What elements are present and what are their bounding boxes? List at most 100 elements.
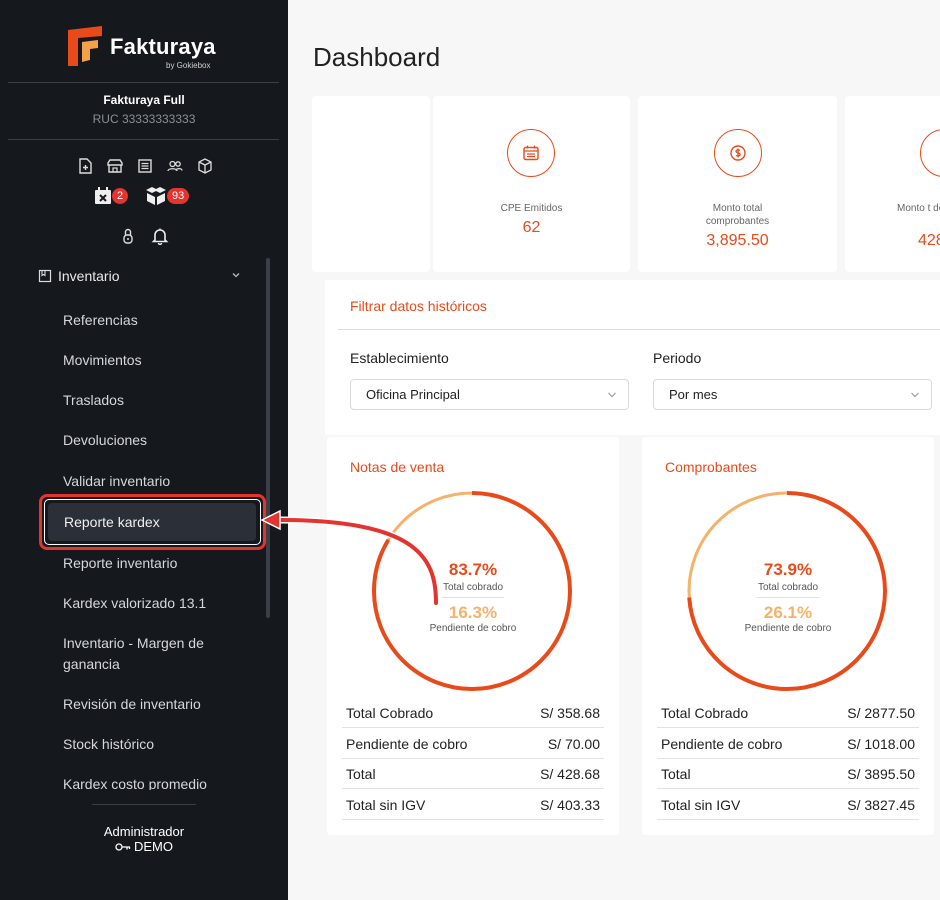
- calendar-icon: [523, 145, 539, 161]
- brand-logo[interactable]: Fakturaya by Gokiebox: [68, 26, 228, 74]
- calendar-cancel-icon[interactable]: [93, 186, 113, 206]
- pending-percent: 26.1%: [763, 603, 813, 622]
- dollar-coin-icon: [730, 145, 746, 161]
- period-value: Por mes: [669, 387, 718, 402]
- brand-sub: by Gokiebox: [166, 61, 211, 70]
- store-icon[interactable]: [106, 157, 124, 175]
- row-key: Pendiente de cobro: [661, 736, 783, 752]
- table-row: Pendiente de cobro S/ 1018.00: [657, 729, 919, 759]
- stat-value: 428: [918, 232, 940, 249]
- filter-title: Filtrar datos históricos: [350, 298, 487, 314]
- users-icon[interactable]: [166, 157, 184, 175]
- company-name: Fakturaya Full: [103, 93, 185, 107]
- sidebar-scrollbar[interactable]: [266, 258, 270, 618]
- row-key: Total Cobrado: [346, 705, 434, 721]
- establishment-select[interactable]: Oficina Principal: [350, 379, 629, 410]
- sidebar-item-traslados[interactable]: Traslados: [63, 390, 223, 411]
- quick-actions: [76, 157, 214, 175]
- boxes-badge: 93: [167, 188, 190, 204]
- divider: [442, 597, 504, 598]
- table-row: Total Cobrado S/ 2877.50: [657, 698, 919, 728]
- collected-label: Total cobrado: [757, 582, 819, 593]
- divider: [92, 804, 196, 805]
- main-content: Dashboard CPE Emitidos 62 Monto total co…: [288, 0, 940, 900]
- sidebar-item-margen-ganancia[interactable]: Inventario - Margen de ganancia: [63, 633, 213, 675]
- stat-label: CPE Emitidos: [500, 203, 563, 214]
- row-value: S/ 358.68: [540, 705, 600, 721]
- row-value: S/ 70.00: [547, 736, 600, 752]
- stat-icon-circle: [507, 129, 555, 177]
- sidebar-item-kardex-valorizado[interactable]: Kardex valorizado 13.1: [63, 593, 223, 614]
- row-value: S/ 3895.50: [847, 766, 915, 782]
- pending-label: Pendiente de cobro: [429, 623, 517, 634]
- collected-label: Total cobrado: [442, 582, 504, 593]
- sidebar-item-referencias[interactable]: Referencias: [63, 310, 223, 331]
- row-key: Pendiente de cobro: [346, 736, 468, 752]
- sidebar-item-validar-inventario[interactable]: Validar inventario: [63, 471, 223, 492]
- user-info[interactable]: DEMO: [0, 839, 288, 854]
- stat-label: Monto t de v: [897, 203, 940, 214]
- chart-title: Notas de venta: [350, 459, 445, 475]
- company-ruc: RUC 33333333333: [92, 112, 196, 126]
- row-key: Total sin IGV: [661, 797, 741, 813]
- user-role: Administrador: [103, 824, 185, 839]
- sidebar-item-kardex-costo-promedio[interactable]: Kardex costo promedio: [63, 774, 223, 790]
- boxes-icon[interactable]: [144, 186, 168, 206]
- row-value: S/ 3827.45: [847, 797, 915, 813]
- box-icon[interactable]: [196, 157, 214, 175]
- stats-panel: CPE Emitidos 62 Monto total comprobantes…: [312, 96, 940, 276]
- lock-icon[interactable]: [119, 227, 137, 245]
- period-select[interactable]: Por mes: [653, 379, 932, 410]
- table-row: Total S/ 3895.50: [657, 759, 919, 789]
- stat-card-blank: [312, 96, 430, 272]
- establishment-value: Oficina Principal: [366, 387, 460, 402]
- sidebar-item-movimientos[interactable]: Movimientos: [63, 350, 223, 371]
- sidebar-item-reporte-inventario[interactable]: Reporte inventario: [63, 553, 223, 574]
- pending-label: Pendiente de cobro: [744, 623, 832, 634]
- stat-card-cpe: CPE Emitidos 62: [433, 96, 630, 272]
- divider: [338, 329, 940, 330]
- table-row: Total S/ 428.68: [342, 759, 604, 789]
- divider: [8, 139, 279, 140]
- sidebar-item-reporte-kardex[interactable]: Reporte kardex: [48, 503, 256, 541]
- table-row: Total Cobrado S/ 358.68: [342, 698, 604, 728]
- sidebar: Fakturaya by Gokiebox Fakturaya Full RUC…: [0, 0, 288, 900]
- divider: [757, 597, 819, 598]
- menu-group-label: Inventario: [58, 268, 120, 284]
- chevron-down-icon: [608, 392, 616, 398]
- stat-card-monto-ventas: Monto t de v 428: [845, 96, 940, 272]
- row-key: Total: [661, 766, 691, 782]
- pending-percent: 16.3%: [448, 603, 498, 622]
- key-icon: [115, 842, 131, 851]
- sidebar-item-revision-inventario[interactable]: Revisión de inventario: [63, 694, 223, 715]
- chevron-down-icon: [232, 273, 240, 278]
- period-label: Periodo: [653, 350, 702, 366]
- menu-group-inventario[interactable]: Inventario: [38, 265, 248, 287]
- row-value: S/ 1018.00: [847, 736, 915, 752]
- row-key: Total Cobrado: [661, 705, 749, 721]
- stat-card-monto: Monto total comprobantes 3,895.50: [638, 96, 837, 272]
- stat-label: Monto total comprobantes: [705, 203, 770, 227]
- sidebar-item-stock-historico[interactable]: Stock histórico: [63, 734, 223, 755]
- table-row: Total sin IGV S/ 3827.45: [657, 790, 919, 820]
- chart-card-comprobantes: Comprobantes 73.9% Total cobrado 26.1% P…: [642, 437, 934, 835]
- chevron-down-icon: [911, 392, 919, 398]
- sidebar-item-devoluciones[interactable]: Devoluciones: [63, 430, 223, 451]
- calendar-badge: 2: [112, 188, 129, 204]
- book-icon: [38, 269, 52, 283]
- collected-percent: 83.7%: [448, 560, 498, 579]
- new-document-icon[interactable]: [76, 157, 94, 175]
- chart-title: Comprobantes: [665, 459, 757, 475]
- row-value: S/ 2877.50: [847, 705, 915, 721]
- establishment-label: Establecimiento: [350, 350, 449, 366]
- row-key: Total: [346, 766, 376, 782]
- collected-percent: 73.9%: [763, 560, 813, 579]
- list-icon[interactable]: [136, 157, 154, 175]
- bell-icon[interactable]: [151, 227, 169, 245]
- table-row: Total sin IGV S/ 403.33: [342, 790, 604, 820]
- page-title: Dashboard: [313, 42, 441, 72]
- chart-card-notas-venta: Notas de venta 83.7% Total cobrado 16.3%…: [327, 437, 619, 835]
- user-name: DEMO: [134, 839, 173, 854]
- row-key: Total sin IGV: [346, 797, 426, 813]
- row-value: S/ 428.68: [540, 766, 600, 782]
